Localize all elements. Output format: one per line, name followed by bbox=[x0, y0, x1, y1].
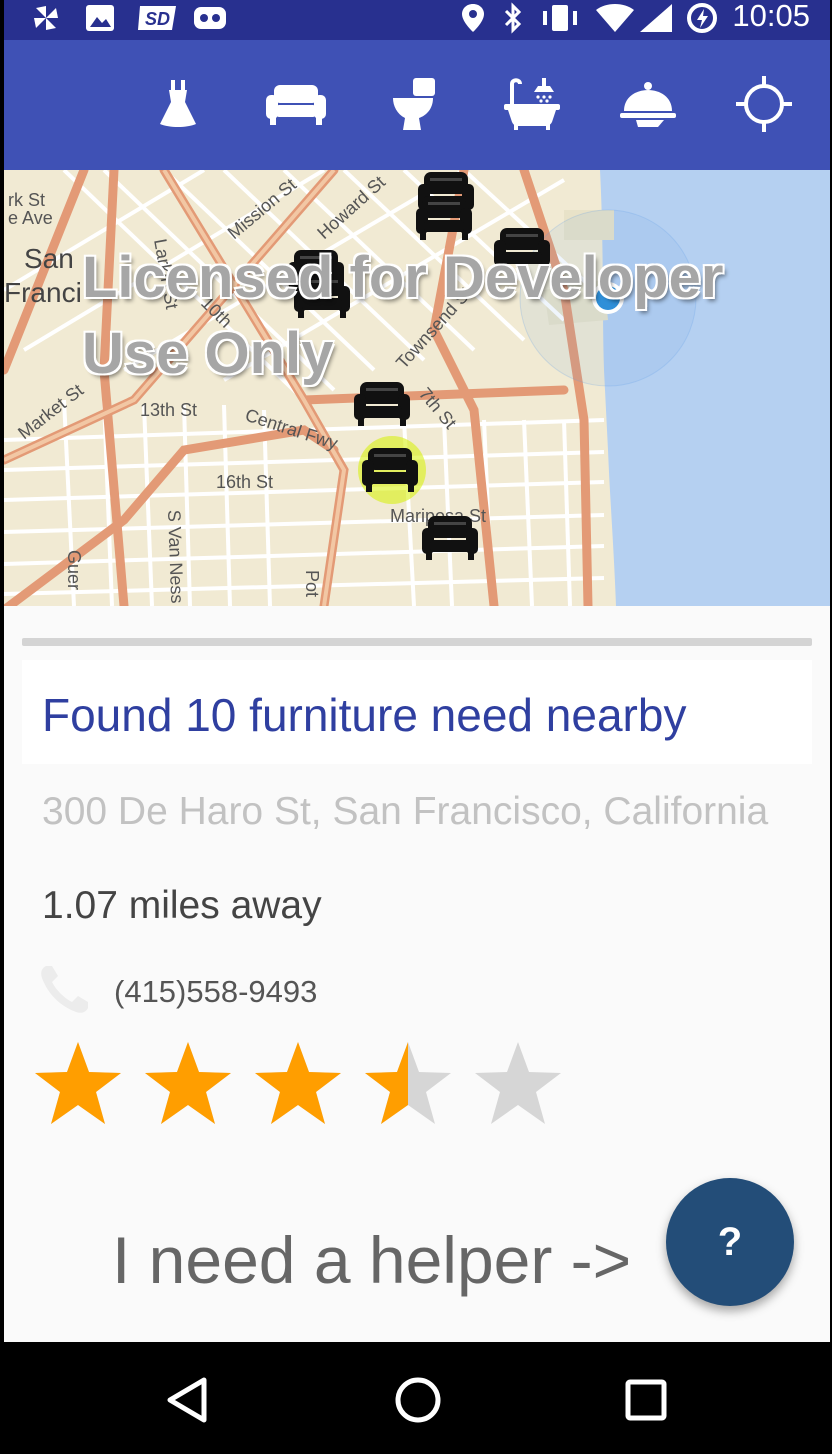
cell-signal-icon bbox=[638, 2, 674, 34]
bluetooth-icon bbox=[502, 2, 524, 34]
sofa-icon[interactable] bbox=[256, 68, 336, 140]
street-label: e Ave bbox=[8, 208, 53, 228]
rating-star-icon bbox=[145, 1042, 231, 1124]
home-icon[interactable] bbox=[386, 1368, 450, 1432]
street-label: Central Fwy bbox=[243, 405, 341, 454]
street-label: Townsend St bbox=[392, 283, 476, 373]
vibrate-icon bbox=[538, 2, 582, 34]
sofa-marker-icon[interactable] bbox=[294, 274, 350, 318]
rating-star-icon bbox=[35, 1042, 121, 1124]
street-label: San bbox=[24, 243, 74, 274]
result-title-card: Found 10 furniture need nearby bbox=[22, 660, 812, 764]
recents-icon[interactable] bbox=[614, 1368, 678, 1432]
phone-icon[interactable] bbox=[36, 962, 92, 1016]
image-icon bbox=[84, 2, 116, 34]
sofa-marker-icon[interactable] bbox=[416, 196, 472, 240]
result-address: 300 De Haro St, San Francisco, Californi… bbox=[42, 790, 769, 833]
street-label: Guer bbox=[64, 550, 84, 590]
current-location-icon bbox=[592, 282, 624, 314]
bathtub-icon[interactable] bbox=[492, 68, 572, 140]
rating-star-icon bbox=[475, 1042, 561, 1124]
wifi-icon bbox=[594, 2, 636, 34]
dress-icon[interactable] bbox=[138, 68, 218, 140]
help-fab-button[interactable]: ? bbox=[666, 1178, 794, 1306]
category-toolbar bbox=[4, 40, 830, 170]
map-canvas: rk St e Ave San Franci Larkin St Mission… bbox=[4, 170, 830, 606]
rating-star-icon bbox=[365, 1042, 451, 1124]
rating-stars bbox=[32, 1038, 592, 1130]
status-time: 10:05 bbox=[732, 0, 810, 33]
street-label: Franci bbox=[4, 277, 82, 308]
result-title: Found 10 furniture need nearby bbox=[42, 689, 687, 741]
sofa-marker-icon[interactable] bbox=[354, 382, 410, 426]
rating-star-icon bbox=[255, 1042, 341, 1124]
result-distance: 1.07 miles away bbox=[42, 884, 322, 927]
robot-icon bbox=[192, 2, 228, 34]
svg-text:SD: SD bbox=[145, 9, 170, 29]
app-screen: SD 10:05 rk St e Ave San Franci Larkin S… bbox=[4, 0, 830, 1454]
pinwheel-icon bbox=[28, 2, 64, 34]
system-nav-bar bbox=[0, 1342, 832, 1454]
data-saver-icon bbox=[684, 2, 720, 34]
sd-card-icon: SD bbox=[136, 2, 180, 34]
status-bar: SD 10:05 bbox=[4, 0, 830, 40]
street-label: 16th St bbox=[216, 472, 273, 492]
location-icon bbox=[460, 2, 486, 34]
panel-drag-handle[interactable] bbox=[22, 638, 812, 646]
crosshair-icon[interactable] bbox=[724, 68, 804, 140]
street-label: S Van Ness bbox=[164, 509, 187, 603]
street-label: rk St bbox=[8, 190, 45, 210]
toilet-icon[interactable] bbox=[374, 68, 454, 140]
map-view[interactable]: rk St e Ave San Franci Larkin St Mission… bbox=[4, 170, 830, 606]
street-label: Larkin St bbox=[150, 237, 182, 310]
help-fab-label: ? bbox=[717, 1219, 743, 1264]
back-icon[interactable] bbox=[156, 1368, 220, 1432]
need-helper-button[interactable]: I need a helper -> bbox=[112, 1222, 631, 1298]
food-cloche-icon[interactable] bbox=[608, 68, 688, 140]
sofa-marker-icon[interactable] bbox=[494, 228, 550, 272]
street-label: 13th St bbox=[140, 400, 197, 420]
result-phone[interactable]: (415)558-9493 bbox=[114, 974, 317, 1010]
street-label: Pot bbox=[302, 570, 322, 597]
